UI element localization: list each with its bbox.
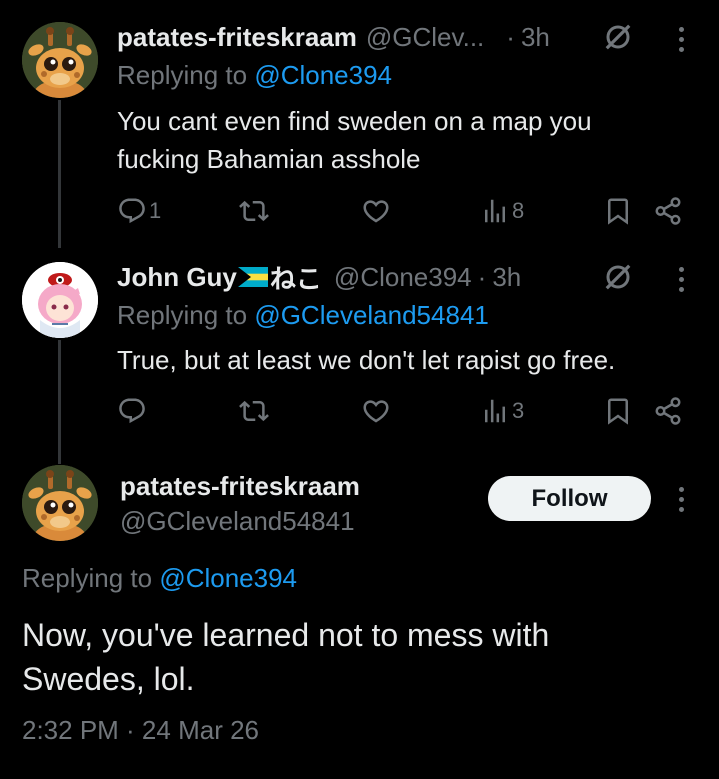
reply-icon <box>117 396 147 426</box>
replying-to: Replying to @Clone394 <box>22 563 297 594</box>
bookmark-button[interactable] <box>603 196 633 226</box>
follow-button[interactable]: Follow <box>488 476 651 521</box>
share-button[interactable] <box>653 196 683 226</box>
reply-button[interactable] <box>117 396 149 426</box>
user-handle[interactable]: @GCleveland54841 <box>120 506 355 537</box>
replying-to-label: Replying to <box>117 60 248 90</box>
grok-icon[interactable] <box>603 262 633 297</box>
replying-to-label: Replying to <box>117 300 248 330</box>
timestamp[interactable]: 3h <box>521 22 550 53</box>
replying-to: Replying to @Clone394 <box>117 60 392 91</box>
replying-to-link[interactable]: @Clone394 <box>159 563 297 593</box>
replying-to-link[interactable]: @GCleveland54841 <box>254 300 489 330</box>
reply-icon <box>117 196 147 226</box>
thread-connector <box>58 340 61 464</box>
tweet1-header: patates-friteskraam @GClev... · 3h <box>117 20 550 54</box>
reply-count: 1 <box>149 198 162 223</box>
more-icon[interactable] <box>677 27 685 57</box>
share-icon <box>653 196 683 226</box>
views-button[interactable]: 8 <box>480 196 524 226</box>
like-button[interactable] <box>361 196 393 226</box>
views-button[interactable]: 3 <box>480 396 524 426</box>
main-tweet-text: Now, you've learned not to mess with Swe… <box>22 613 702 701</box>
grok-icon[interactable] <box>603 22 633 57</box>
tweet-text: True, but at least we don't let rapist g… <box>117 345 616 375</box>
share-button[interactable] <box>653 396 683 426</box>
display-name[interactable]: patates-friteskraam <box>117 22 357 53</box>
tweet-text: You cant even find sweden on a map you f… <box>117 106 592 174</box>
views-icon <box>480 196 510 226</box>
timestamp[interactable]: 3h <box>492 262 521 293</box>
retweet-icon <box>239 396 269 426</box>
bookmark-icon <box>603 396 633 426</box>
separator: · <box>506 21 515 52</box>
giraffe-avatar-image <box>22 22 98 98</box>
display-name-suffix: ねこ <box>269 263 322 294</box>
user-handle[interactable]: @GClev... <box>366 22 484 53</box>
replying-to-link[interactable]: @Clone394 <box>254 60 392 90</box>
bookmark-icon <box>603 196 633 226</box>
views-count: 8 <box>512 198 525 223</box>
user-handle[interactable]: @Clone394 <box>334 262 472 293</box>
anime-avatar-image <box>22 262 98 338</box>
reply-button[interactable]: 1 <box>117 196 161 226</box>
bahamas-flag-icon <box>237 267 268 287</box>
avatar[interactable] <box>22 22 98 98</box>
post-timestamp[interactable]: 2:32 PM · 24 Mar 26 <box>22 715 259 746</box>
separator: · <box>477 261 487 292</box>
thread-connector <box>58 100 61 248</box>
retweet-button[interactable] <box>239 396 271 426</box>
share-icon <box>653 396 683 426</box>
views-count: 3 <box>512 398 525 423</box>
like-icon <box>361 396 391 426</box>
retweet-icon <box>239 196 269 226</box>
tweet2-header: John Guy ねこ @Clone394 · 3h <box>117 260 521 294</box>
more-icon[interactable] <box>677 267 685 297</box>
more-icon[interactable] <box>677 487 685 517</box>
main-tweet-text-line1: Now, you've learned not to mess with <box>22 617 550 653</box>
bookmark-button[interactable] <box>603 396 633 426</box>
like-button[interactable] <box>361 396 393 426</box>
giraffe-avatar-image <box>22 465 98 541</box>
avatar[interactable] <box>22 262 98 338</box>
views-icon <box>480 396 510 426</box>
replying-to: Replying to @GCleveland54841 <box>117 300 489 331</box>
replying-to-label: Replying to <box>22 563 153 593</box>
retweet-button[interactable] <box>239 196 271 226</box>
like-icon <box>361 196 391 226</box>
avatar[interactable] <box>22 465 98 541</box>
main-tweet-text-line2: Swedes, lol. <box>22 661 195 697</box>
display-name[interactable]: John Guy <box>117 262 237 293</box>
display-name[interactable]: patates-friteskraam <box>120 471 360 502</box>
